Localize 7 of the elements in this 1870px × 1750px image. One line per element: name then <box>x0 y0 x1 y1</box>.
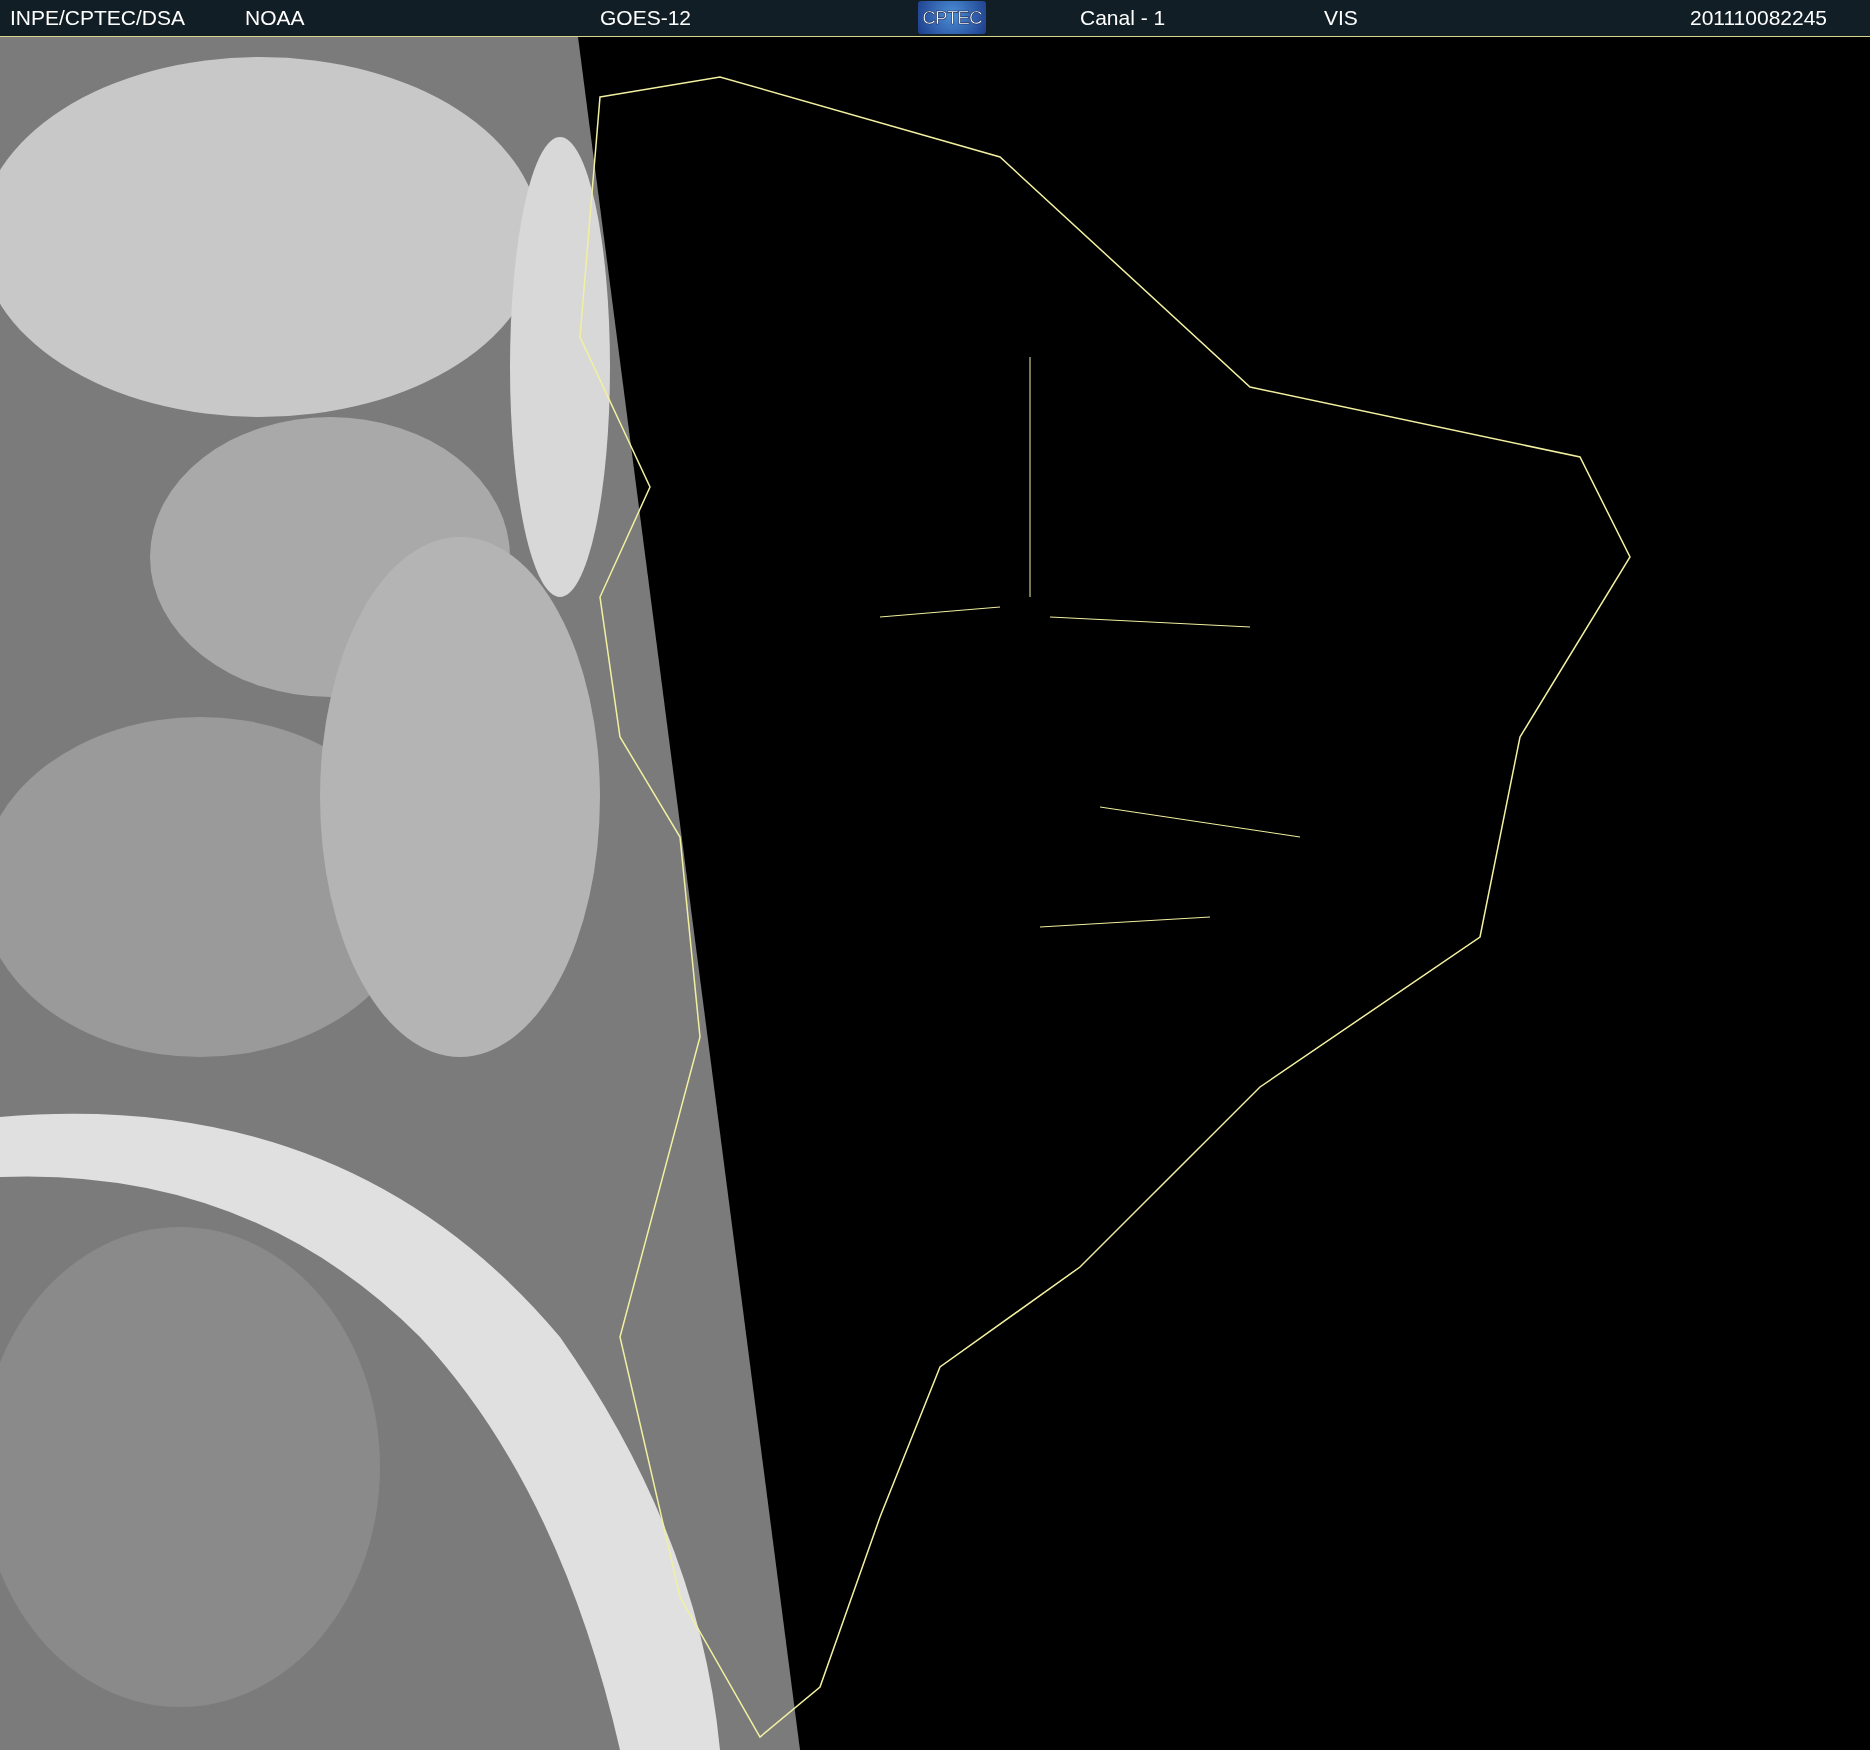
header-label: GOES-12 <box>600 6 692 30</box>
header-label: 201110082245 <box>1690 6 1828 30</box>
header-label: INPE/CPTEC/DSA <box>10 6 186 30</box>
header-label: NOAA <box>245 6 305 30</box>
logo: CPTEC <box>918 1 986 34</box>
header-label: Canal - 1 <box>1080 6 1166 30</box>
header-label: VIS <box>1324 6 1358 30</box>
